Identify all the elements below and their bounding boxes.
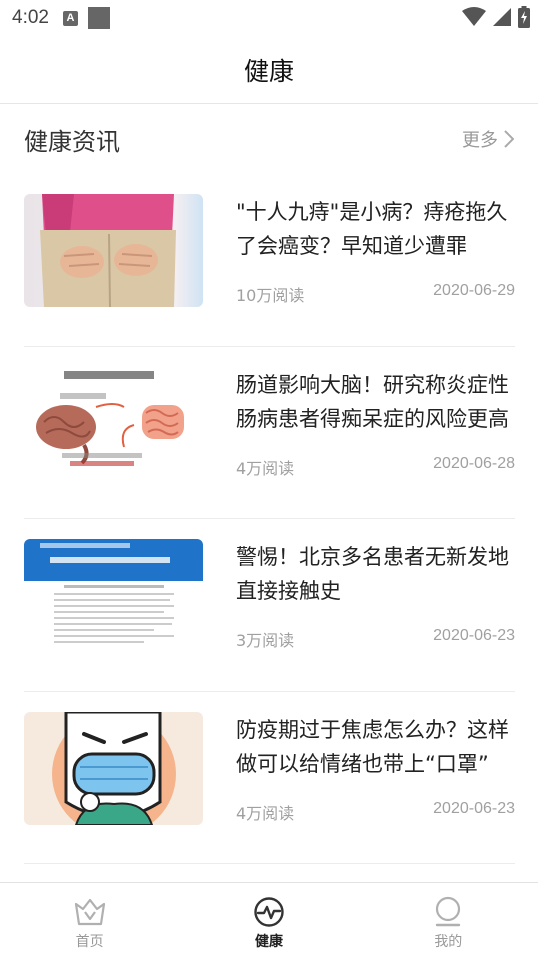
news-title: 防疫期过于焦虑怎么办？这样做可以给情绪也带上“口罩” [236, 717, 509, 776]
status-system-icons [462, 6, 530, 28]
cellular-signal-icon [493, 8, 511, 26]
news-title: 警惕！北京多名患者无新发地直接接触史 [236, 545, 509, 603]
document-screenshot [24, 539, 203, 652]
news-thumbnail [24, 366, 203, 480]
nav-health[interactable]: 健康 [179, 883, 358, 958]
nav-profile[interactable]: 我的 [359, 883, 538, 958]
news-thumbnail [24, 194, 203, 307]
wifi-icon [462, 7, 486, 26]
more-link[interactable]: 更多 [462, 126, 514, 152]
back-pain-photo [24, 194, 203, 307]
status-notification-icons: A [62, 7, 110, 29]
news-item[interactable]: "十人九痔"是小病？痔疮拖久了会癌变？早知道少遭罪 10万阅读 2020-06-… [24, 174, 515, 347]
news-list: "十人九痔"是小病？痔疮拖久了会癌变？早知道少遭罪 10万阅读 2020-06-… [24, 174, 515, 864]
news-item[interactable]: 肠道影响大脑！研究称炎症性肠病患者得痴呆症的风险更高 4万阅读 2020-06-… [24, 347, 515, 519]
notification-square-icon [87, 7, 110, 29]
nav-label: 我的 [434, 933, 463, 950]
news-title: "十人九痔"是小病？痔疮拖久了会癌变？早知道少遭罪 [236, 200, 508, 258]
news-item[interactable]: 防疫期过于焦虑怎么办？这样做可以给情绪也带上“口罩” 4万阅读 2020-06-… [24, 692, 515, 864]
section-header: 健康资讯 更多 [0, 104, 538, 174]
news-read-count: 10万阅读 [236, 286, 305, 305]
battery-charging-icon [518, 6, 530, 28]
keyboard-a-icon: A [62, 10, 78, 26]
news-date: 2020-06-23 [433, 799, 515, 817]
nav-home[interactable]: 首页 [0, 883, 179, 958]
brain-gut-diagram [24, 366, 203, 480]
nav-label: 健康 [254, 933, 283, 950]
news-read-count: 4万阅读 [236, 458, 295, 478]
news-read-count: 4万阅读 [236, 803, 295, 823]
news-read-count: 3万阅读 [236, 631, 295, 650]
section-title: 健康资讯 [24, 127, 120, 156]
home-crown-icon [73, 895, 107, 929]
profile-icon [431, 895, 465, 929]
news-thumbnail [24, 539, 203, 652]
masked-cartoon [24, 711, 203, 825]
bottom-nav: 首页 健康 我的 [0, 882, 538, 958]
nav-label: 首页 [75, 933, 104, 950]
status-bar: 4:02 A [0, 0, 538, 36]
news-date: 2020-06-28 [433, 454, 515, 472]
news-thumbnail [24, 711, 203, 825]
more-label: 更多 [462, 130, 498, 151]
chevron-right-icon [504, 130, 514, 148]
page-title: 健康 [243, 56, 294, 86]
news-title: 肠道影响大脑！研究称炎症性肠病患者得痴呆症的风险更高 [236, 372, 509, 431]
status-time: 4:02 [12, 7, 49, 28]
news-date: 2020-06-29 [433, 282, 515, 299]
app-header: 健康 [0, 36, 538, 104]
news-item[interactable]: 警惕！北京多名患者无新发地直接接触史 3万阅读 2020-06-23 [24, 519, 515, 692]
pulse-icon [252, 895, 286, 929]
news-date: 2020-06-23 [433, 627, 515, 644]
